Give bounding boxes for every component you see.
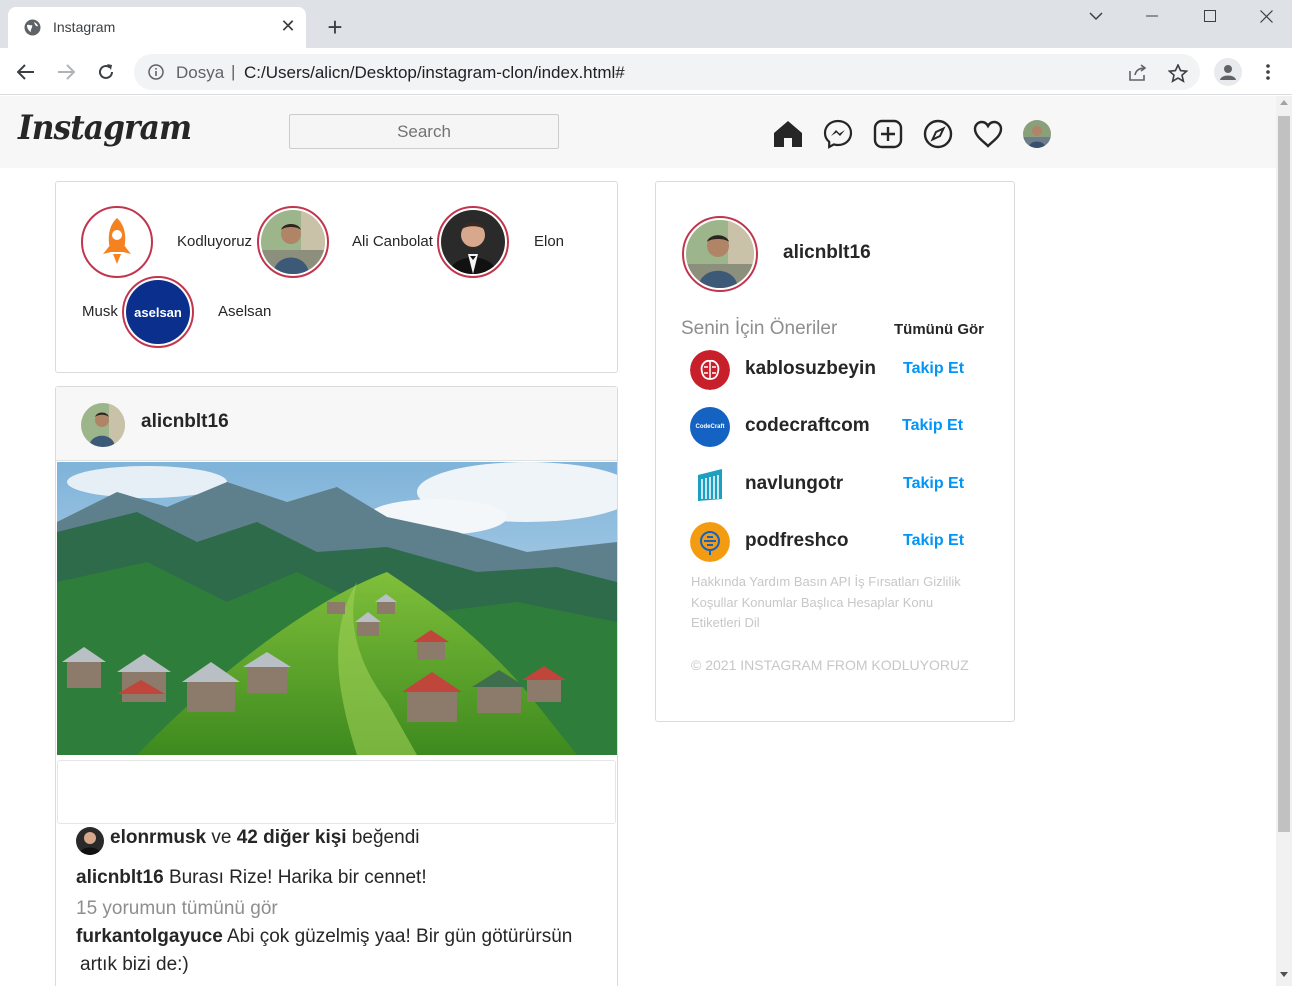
tab-search-icon[interactable] bbox=[1068, 0, 1124, 32]
ig-header: Instagram bbox=[0, 96, 1276, 168]
suggestions-title: Senin İçin Öneriler bbox=[681, 318, 838, 339]
menu-kebab-icon[interactable] bbox=[1258, 58, 1278, 86]
story-name: Musk bbox=[82, 303, 118, 320]
close-window-icon[interactable] bbox=[1238, 0, 1292, 32]
suggestion-row: navlungotr Takip Et bbox=[690, 465, 990, 505]
brain-icon[interactable] bbox=[690, 350, 730, 390]
search-input[interactable] bbox=[289, 114, 559, 149]
view-comments-link[interactable]: 15 yorumun tümünü gör bbox=[76, 898, 278, 920]
footer-links[interactable]: Hakkında Yardım Basın API İş Fırsatları … bbox=[691, 572, 981, 634]
new-post-icon[interactable] bbox=[872, 118, 904, 150]
sidebar-username[interactable]: alicnblt16 bbox=[783, 242, 871, 264]
post-header: alicnblt16 bbox=[56, 387, 617, 461]
post-username[interactable]: alicnblt16 bbox=[141, 411, 229, 433]
scroll-down-icon[interactable] bbox=[1280, 972, 1288, 977]
follow-button[interactable]: Takip Et bbox=[903, 475, 964, 493]
caption-line: alicnblt16 Burası Rize! Harika bir cenne… bbox=[76, 867, 427, 889]
avatar bbox=[261, 210, 325, 274]
aselsan-logo: aselsan bbox=[126, 280, 190, 344]
browser-tab[interactable]: Instagram ✕ bbox=[8, 7, 306, 48]
codecraft-logo-text: CodeCraft bbox=[695, 424, 725, 430]
suggestion-name[interactable]: codecraftcom bbox=[745, 415, 870, 437]
aselsan-logo-text: aselsan bbox=[134, 304, 182, 320]
codecraft-logo[interactable]: CodeCraft bbox=[690, 407, 730, 447]
copyright: © 2021 INSTAGRAM FROM KODLUYORUZ bbox=[691, 657, 969, 673]
story-ali-canbolat[interactable] bbox=[257, 206, 329, 278]
new-tab-icon[interactable]: + bbox=[322, 14, 348, 40]
bookmark-star-icon[interactable] bbox=[1167, 62, 1189, 84]
reload-icon[interactable] bbox=[92, 58, 120, 86]
address-bar[interactable]: Dosya | C:/Users/alicn/Desktop/instagram… bbox=[134, 54, 1200, 90]
messenger-icon[interactable] bbox=[822, 118, 854, 150]
close-tab-icon[interactable]: ✕ bbox=[278, 16, 298, 36]
follow-button[interactable]: Takip Et bbox=[903, 532, 964, 550]
profile-avatar-icon[interactable] bbox=[1021, 118, 1053, 150]
story-elon-musk[interactable] bbox=[437, 206, 509, 278]
comment-text-cont: artık bizi de:) bbox=[80, 954, 189, 975]
scroll-up-icon[interactable] bbox=[1280, 100, 1288, 105]
heart-icon[interactable] bbox=[972, 118, 1004, 150]
avatar bbox=[686, 220, 754, 288]
forward-icon[interactable] bbox=[52, 58, 80, 86]
suggestion-name[interactable]: navlungotr bbox=[745, 473, 843, 495]
story-name: Aselsan bbox=[218, 303, 272, 320]
comment-line: furkantolgayuce Abi çok güzelmiş yaa! Bi… bbox=[76, 926, 572, 948]
minimize-icon[interactable] bbox=[1124, 0, 1180, 32]
comment-text: Abi çok güzelmiş yaa! Bir gün götürürsün bbox=[227, 926, 573, 947]
stories-card: Kodluyoruz Ali Canbolat Elon Musk aselsa… bbox=[55, 181, 618, 373]
profile-icon[interactable] bbox=[1214, 58, 1242, 86]
navlungo-logo[interactable] bbox=[690, 465, 730, 505]
avatar bbox=[76, 827, 104, 855]
home-icon[interactable] bbox=[772, 118, 804, 150]
info-icon[interactable] bbox=[148, 64, 164, 85]
avatar bbox=[441, 210, 505, 274]
suggestion-name[interactable]: podfreshco bbox=[745, 530, 848, 552]
post-image bbox=[57, 462, 617, 755]
likes-suffix: beğendi bbox=[351, 827, 420, 848]
sidebar-avatar[interactable] bbox=[682, 216, 758, 292]
caption-text: Burası Rize! Harika bir cennet! bbox=[168, 867, 427, 888]
story-name: Ali Canbolat bbox=[352, 233, 433, 250]
story-kodluyoruz[interactable] bbox=[81, 206, 153, 278]
follow-button[interactable]: Takip Et bbox=[902, 417, 963, 435]
scrollbar-thumb[interactable] bbox=[1278, 116, 1290, 832]
story-name: Elon bbox=[534, 233, 565, 250]
post-actions-bar bbox=[57, 760, 616, 824]
page-viewport: Instagram Kodluyoruz bbox=[0, 96, 1276, 986]
instagram-logo[interactable]: Instagram bbox=[18, 108, 192, 148]
scheme-separator: | bbox=[231, 62, 236, 81]
tab-title: Instagram bbox=[53, 19, 116, 35]
follow-button[interactable]: Takip Et bbox=[903, 360, 964, 378]
explore-icon[interactable] bbox=[922, 118, 954, 150]
caption-username[interactable]: alicnblt16 bbox=[76, 867, 164, 888]
vertical-scrollbar[interactable] bbox=[1276, 96, 1292, 986]
sidebar-card: alicnblt16 Senin İçin Öneriler Tümünü Gö… bbox=[655, 181, 1015, 722]
story-aselsan[interactable]: aselsan bbox=[122, 276, 194, 348]
suggestion-row: kablosuzbeyin Takip Et bbox=[690, 350, 990, 390]
suggestion-name[interactable]: kablosuzbeyin bbox=[745, 358, 876, 380]
back-icon[interactable] bbox=[12, 58, 40, 86]
story-name: Kodluyoruz bbox=[177, 233, 253, 250]
browser-toolbar: Dosya | C:/Users/alicn/Desktop/instagram… bbox=[0, 48, 1292, 95]
comment-username[interactable]: furkantolgayuce bbox=[76, 926, 223, 947]
browser-tab-strip: Instagram ✕ + bbox=[0, 0, 1292, 48]
see-all-link[interactable]: Tümünü Gör bbox=[894, 321, 984, 338]
avatar[interactable] bbox=[81, 403, 125, 447]
rocket-icon bbox=[85, 210, 149, 274]
likes-others[interactable]: 42 diğer kişi bbox=[237, 827, 347, 848]
maximize-icon[interactable] bbox=[1182, 0, 1238, 32]
liker-username[interactable]: elonrmusk bbox=[110, 827, 206, 848]
suggestion-row: CodeCraft codecraftcom Takip Et bbox=[690, 407, 990, 447]
share-icon[interactable] bbox=[1127, 62, 1149, 84]
url-text[interactable]: C:/Users/alicn/Desktop/instagram-clon/in… bbox=[244, 63, 625, 83]
likes-line: elonrmusk ve 42 diğer kişi beğendi bbox=[76, 827, 420, 855]
post-card: alicnblt16 elonrmusk ve 42 diğer kişi be… bbox=[55, 386, 618, 986]
podfresh-logo[interactable] bbox=[690, 522, 730, 562]
likes-connector: ve bbox=[211, 827, 232, 848]
scheme-label: Dosya bbox=[176, 63, 225, 82]
suggestion-row: podfreshco Takip Et bbox=[690, 522, 990, 562]
globe-icon bbox=[24, 19, 41, 36]
